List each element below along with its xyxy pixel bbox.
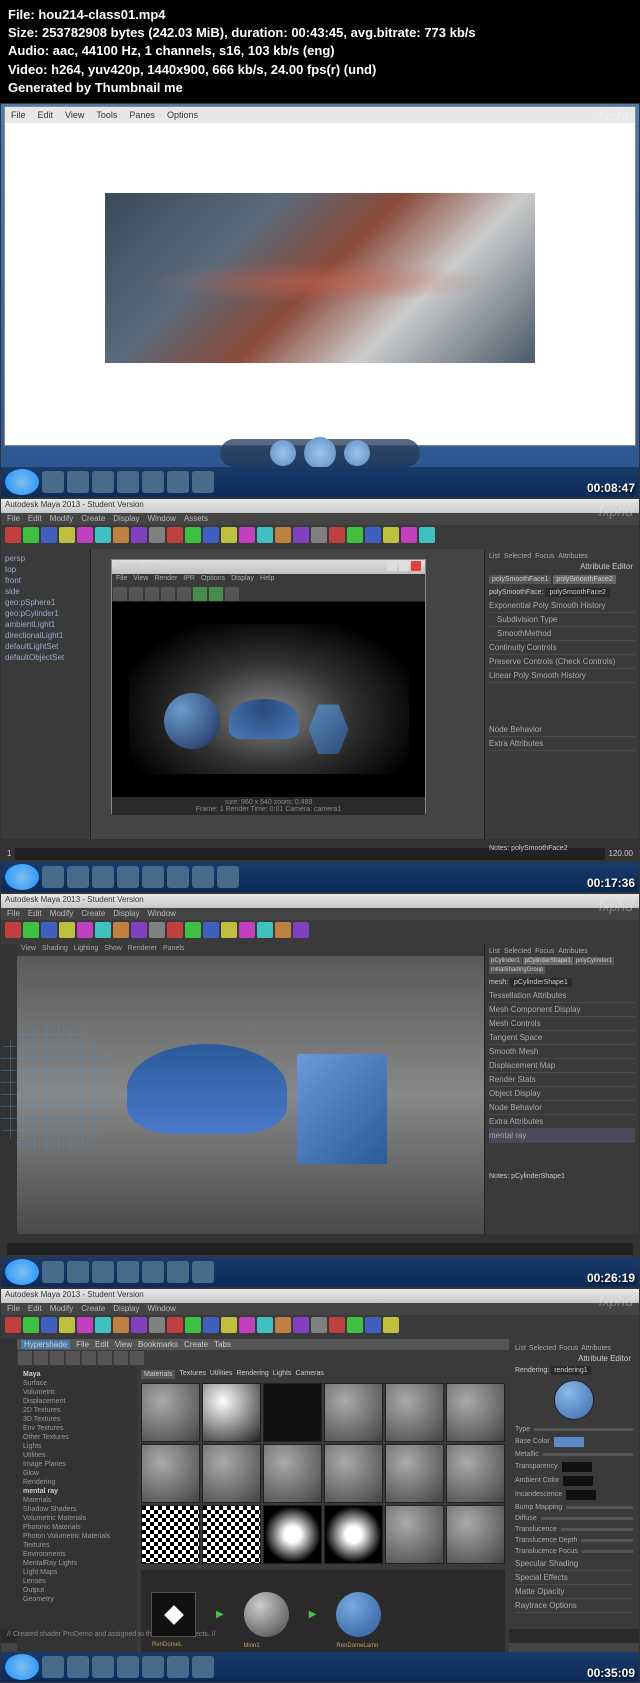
hypershade-bins[interactable]: MaterialsTexturesUtilitiesRenderingLight… xyxy=(137,1366,509,1664)
timestamp: 00:26:19 xyxy=(587,1271,635,1285)
start-button[interactable] xyxy=(5,864,39,890)
maya-menubar[interactable]: FileEditModifyCreateDisplayWindow xyxy=(1,1303,639,1315)
material-swatch[interactable] xyxy=(385,1505,444,1564)
thumbnail-frame-3: fxphd Autodesk Maya 2013 - Student Versi… xyxy=(0,893,640,1288)
material-swatch[interactable] xyxy=(446,1505,505,1564)
play-button[interactable] xyxy=(304,437,336,469)
material-swatch[interactable] xyxy=(324,1383,383,1442)
viewport-hex[interactable] xyxy=(297,1054,387,1164)
minimize-icon[interactable] xyxy=(387,561,397,571)
task-icon[interactable] xyxy=(192,471,214,493)
close-icon[interactable] xyxy=(411,561,421,571)
start-button[interactable] xyxy=(5,1259,39,1285)
material-swatch[interactable] xyxy=(324,1505,383,1564)
next-button[interactable] xyxy=(344,440,370,466)
attribute-editor[interactable]: ListSelectedFocusAttributes Attribute Ed… xyxy=(509,1339,639,1629)
material-preview xyxy=(554,1380,594,1420)
windows-taskbar[interactable] xyxy=(1,467,639,497)
render-output xyxy=(112,602,425,797)
maya-titlebar: Autodesk Maya 2013 - Student Version xyxy=(1,894,639,908)
maya-titlebar: Autodesk Maya 2013 - Student Version xyxy=(1,499,639,513)
toolbox[interactable] xyxy=(1,1339,17,1629)
timestamp: 00:08:47 xyxy=(587,481,635,495)
material-swatch[interactable] xyxy=(263,1505,322,1564)
maya-menubar[interactable]: FileEditModifyCreateDisplayWindowAssets xyxy=(1,513,639,525)
shader-node[interactable]: RenDomeLamn xyxy=(336,1592,381,1637)
rendered-hex xyxy=(309,704,349,754)
media-info-header: File: hou214-class01.mp4 Size: 253782908… xyxy=(0,0,640,103)
player-menubar[interactable]: FileEditViewToolsPanesOptions xyxy=(5,107,635,123)
render-toolbar[interactable] xyxy=(112,586,425,602)
material-swatch[interactable] xyxy=(141,1505,200,1564)
task-icon[interactable] xyxy=(167,471,189,493)
maya-shelf[interactable] xyxy=(1,1315,639,1339)
task-icon[interactable] xyxy=(92,471,114,493)
material-swatch[interactable] xyxy=(202,1383,261,1442)
watermark: fxphd xyxy=(599,503,633,519)
media-controls[interactable] xyxy=(220,439,420,467)
material-swatch[interactable] xyxy=(385,1383,444,1442)
timestamp: 00:35:09 xyxy=(587,1666,635,1680)
thumbnail-frame-1: fxphd FileEditViewToolsPanesOptions 00:0… xyxy=(0,103,640,498)
watermark: fxphd xyxy=(599,1293,633,1309)
hypershade-toolbar[interactable] xyxy=(17,1350,509,1366)
player-content xyxy=(5,123,635,433)
shader-node[interactable]: blinn1 xyxy=(244,1592,289,1637)
attribute-editor[interactable]: ListSelectedFocusAttributes pCylinder1pC… xyxy=(484,944,639,1234)
hypershade-menubar[interactable]: Hypershade FileEditViewBookmarksCreateTa… xyxy=(17,1339,509,1350)
task-icon[interactable] xyxy=(142,471,164,493)
maya-menubar[interactable]: FileEditModifyCreateDisplayWindow xyxy=(1,908,639,920)
node-graph[interactable]: RenDomeL ▶ blinn1 ▶ RenDomeLamn xyxy=(141,1570,505,1660)
attribute-editor[interactable]: ListSelectedFocusAttributes Attribute Ed… xyxy=(484,549,639,839)
material-swatch[interactable] xyxy=(141,1444,200,1503)
viewport-sphere[interactable] xyxy=(0,1024,117,1154)
create-panel[interactable]: Maya Surface Volumetric Displacement 2D … xyxy=(17,1366,137,1664)
render-menubar[interactable]: FileViewRenderIPROptionsDisplayHelp xyxy=(112,574,425,586)
windows-taskbar[interactable] xyxy=(1,1257,639,1287)
maya-viewport[interactable]: ViewShadingLightingShowRendererPanels xyxy=(17,944,484,1234)
material-swatch[interactable] xyxy=(202,1444,261,1503)
material-swatch[interactable] xyxy=(202,1505,261,1564)
timestamp: 00:17:36 xyxy=(587,876,635,890)
render-view-window: Render View FileViewRenderIPROptionsDisp… xyxy=(111,559,426,814)
outliner-panel[interactable]: persp top front side geo:pSphere1 geo:pC… xyxy=(1,549,91,839)
watermark: fxphd xyxy=(599,898,633,914)
thumbnail-frame-2: fxphd Autodesk Maya 2013 - Student Versi… xyxy=(0,498,640,893)
viewport-bowl[interactable] xyxy=(127,1044,287,1134)
watermark: fxphd xyxy=(599,108,633,124)
task-icon[interactable] xyxy=(42,471,64,493)
material-swatch[interactable] xyxy=(324,1444,383,1503)
rendered-bowl xyxy=(229,699,299,739)
task-icon[interactable] xyxy=(67,471,89,493)
prev-button[interactable] xyxy=(270,440,296,466)
windows-taskbar[interactable] xyxy=(1,1652,639,1682)
material-swatch[interactable] xyxy=(385,1444,444,1503)
material-swatch[interactable] xyxy=(263,1444,322,1503)
maya-shelf[interactable] xyxy=(1,525,639,549)
render-view-titlebar[interactable]: Render View xyxy=(112,560,425,574)
material-swatch[interactable] xyxy=(141,1383,200,1442)
maya-titlebar: Autodesk Maya 2013 - Student Version xyxy=(1,1289,639,1303)
thumbnail-frame-4: fxphd Autodesk Maya 2013 - Student Versi… xyxy=(0,1288,640,1683)
maya-shelf[interactable] xyxy=(1,920,639,944)
video-still-space xyxy=(105,193,535,363)
video-player-window: FileEditViewToolsPanesOptions xyxy=(4,106,636,446)
material-swatch[interactable] xyxy=(446,1444,505,1503)
windows-taskbar[interactable] xyxy=(1,862,639,892)
material-swatch[interactable] xyxy=(263,1383,322,1442)
shader-node[interactable]: RenDomeL xyxy=(151,1592,196,1637)
material-swatch[interactable] xyxy=(446,1383,505,1442)
rendered-sphere xyxy=(164,693,220,749)
maya-viewport[interactable]: Render View FileViewRenderIPROptionsDisp… xyxy=(91,549,484,839)
start-button[interactable] xyxy=(5,1654,39,1680)
task-icon[interactable] xyxy=(117,471,139,493)
maximize-icon[interactable] xyxy=(399,561,409,571)
render-status: size: 960 x 540 zoom: 0.488 Frame: 1 Ren… xyxy=(112,797,425,815)
start-button[interactable] xyxy=(5,469,39,495)
